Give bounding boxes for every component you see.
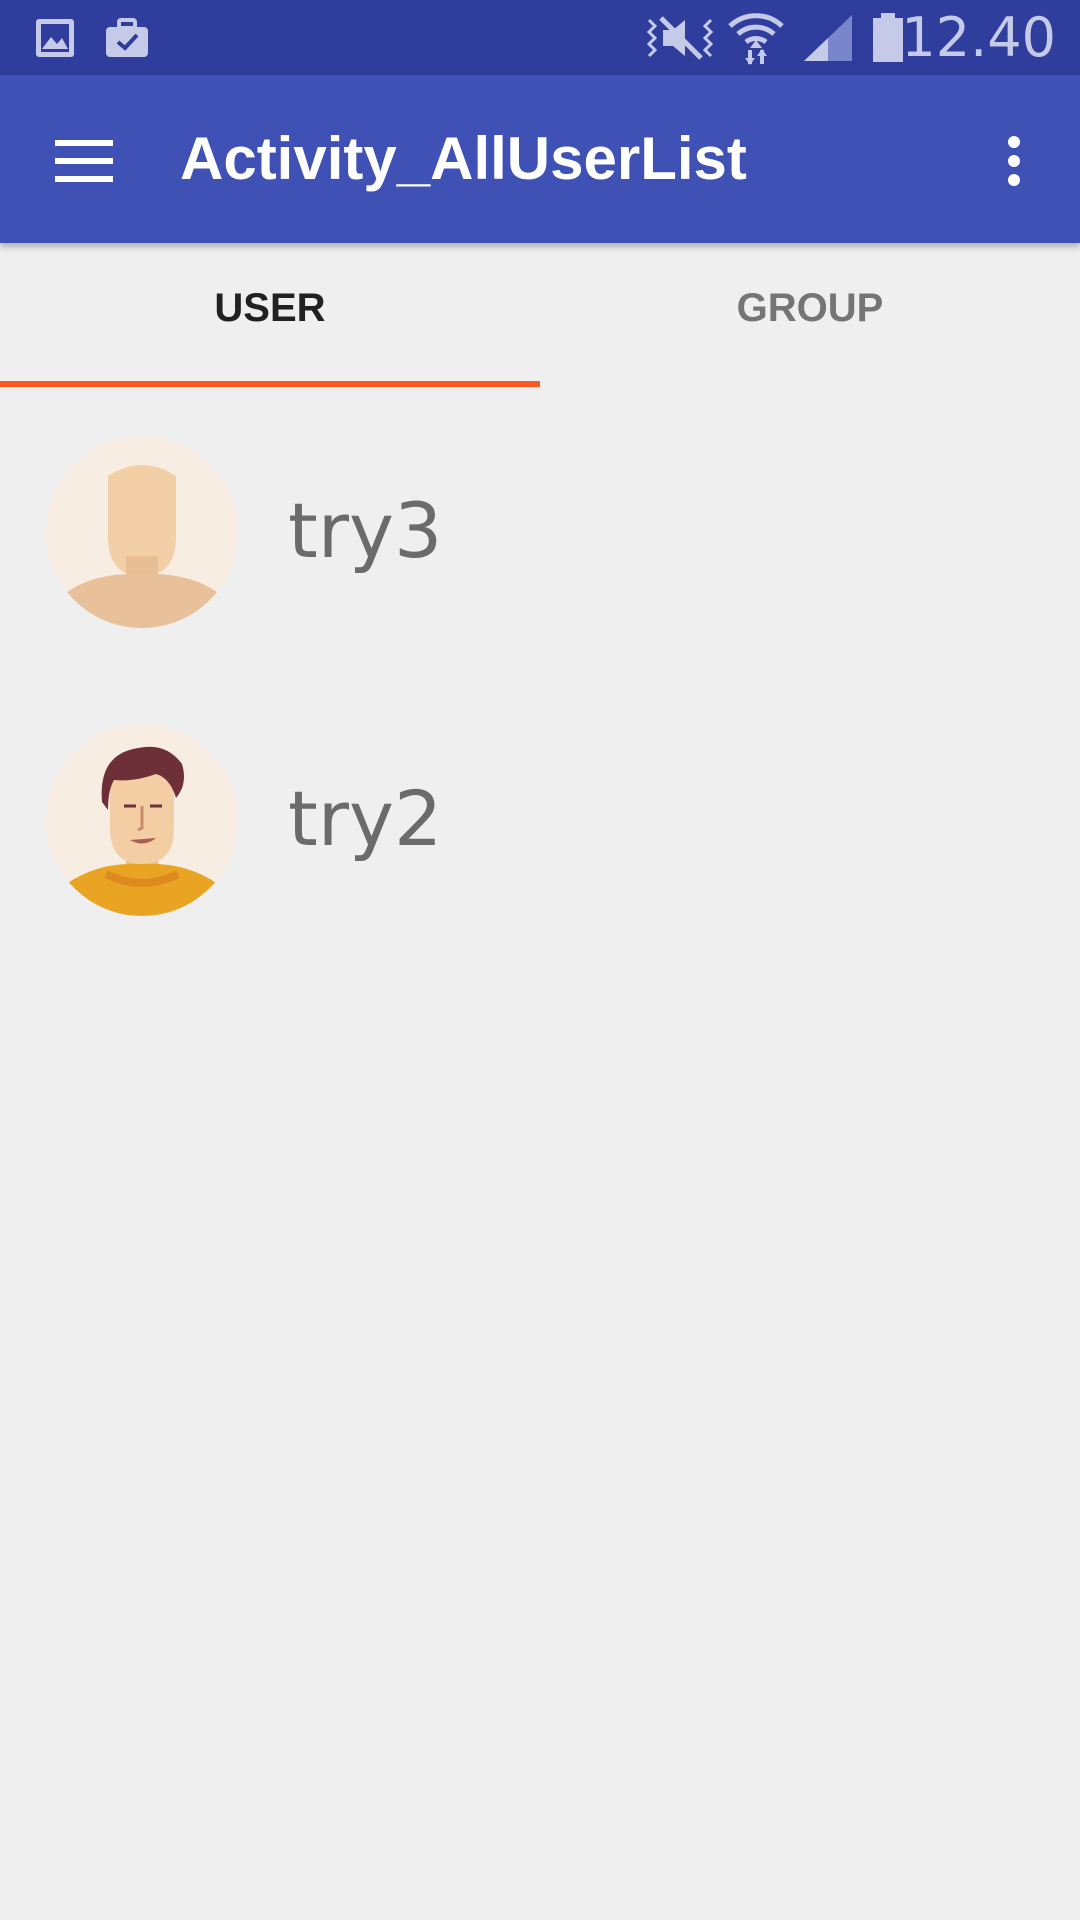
tab-user[interactable]: USER [0,243,540,387]
briefcase-check-icon [100,0,154,75]
default-avatar-icon [46,436,238,628]
man-avatar-icon [46,724,238,916]
user-name: try2 [288,774,443,863]
user-name: try3 [288,486,443,575]
tab-bar: USER GROUP [0,243,1080,387]
hamburger-menu-icon [55,140,113,182]
wifi-icon [725,0,787,75]
more-vert-icon [1008,136,1020,186]
status-bar: 12.40 [0,0,1080,75]
vibrate-mute-icon [640,0,720,75]
signal-icon [800,0,856,75]
status-time: 12.40 [901,6,1056,69]
user-list: try3 try2 [0,387,1080,963]
overflow-menu-button[interactable] [962,109,1066,213]
menu-button[interactable] [32,109,136,213]
app-bar: Activity_AllUserList [0,75,1080,243]
list-item[interactable]: try2 [0,675,1080,963]
list-item[interactable]: try3 [0,387,1080,675]
gallery-icon [30,0,80,75]
page-title: Activity_AllUserList [180,125,747,192]
tab-group[interactable]: GROUP [540,243,1080,387]
